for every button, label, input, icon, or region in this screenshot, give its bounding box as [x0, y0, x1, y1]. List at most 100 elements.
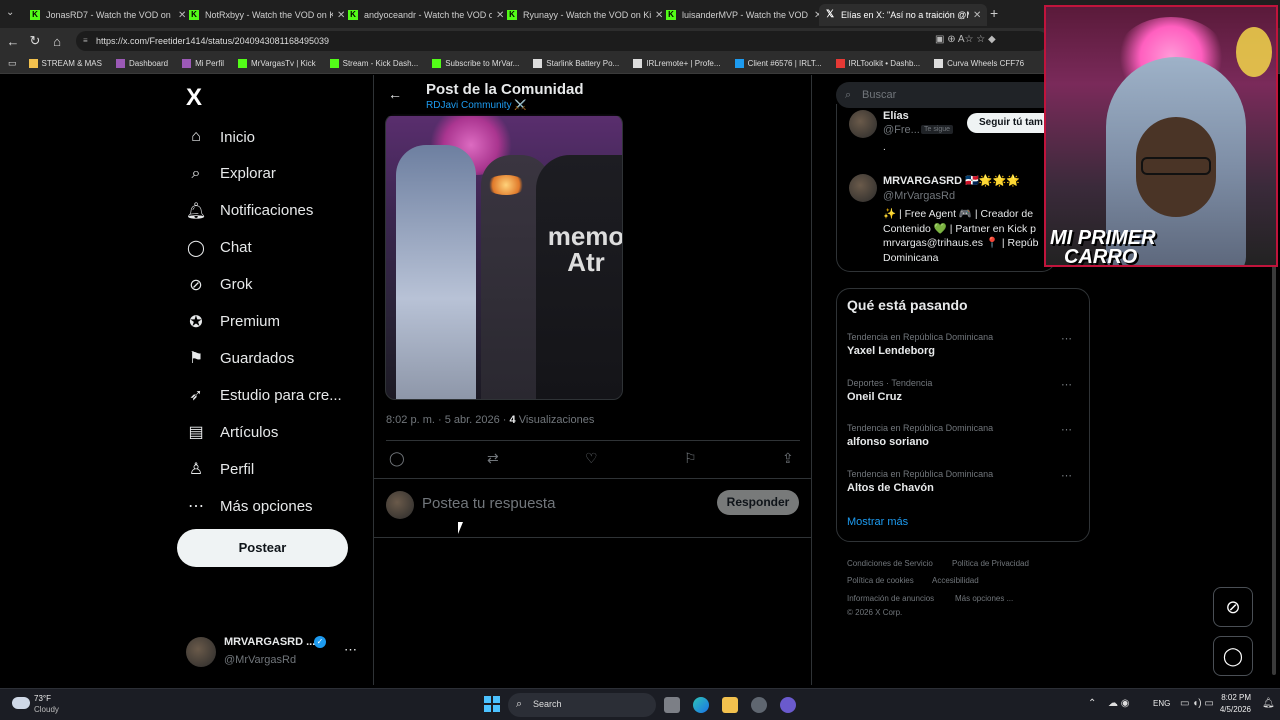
trend-more-icon[interactable]: ⋯: [1061, 378, 1072, 391]
bookmark-item[interactable]: STREAM & MAS: [28, 59, 102, 68]
messages-fab-icon[interactable]: ◯: [1213, 636, 1253, 676]
close-icon[interactable]: ✕: [973, 10, 981, 21]
bookmark-item[interactable]: Starlink Battery Po...: [533, 59, 619, 68]
trend-name: Yaxel Lendeborg: [847, 345, 936, 357]
avatar: [386, 491, 414, 519]
language-indicator[interactable]: ENG: [1153, 699, 1170, 708]
tab-list-icon[interactable]: ⌄: [6, 7, 14, 18]
browser-tab[interactable]: K NotRxbyy - Watch the VOD on Kic ✕: [183, 4, 351, 26]
bookmark-item[interactable]: Subscribe to MrVar...: [432, 59, 519, 68]
account-name: MRVARGASRD ...: [224, 636, 316, 648]
bookmark-item[interactable]: MrVargasTv | Kick: [238, 59, 316, 68]
tray-chevron-icon[interactable]: ⌃: [1088, 698, 1096, 709]
reply-input[interactable]: Postea tu respuesta: [422, 495, 555, 512]
search-icon: ⌕: [191, 164, 201, 182]
sidebar-item-chat[interactable]: ◯ Chat: [186, 233, 252, 263]
tray-icons[interactable]: ☁ ◉: [1108, 698, 1130, 709]
bookmark-item[interactable]: IRLremote+ | Profe...: [633, 59, 721, 68]
reply-button[interactable]: Responder: [717, 490, 799, 515]
sidebar-item-estudio-para-cre[interactable]: ➶ Estudio para cre...: [186, 380, 342, 410]
sidebar-item-label: Estudio para cre...: [220, 386, 342, 404]
browser-tab[interactable]: KluisanderMVP - Watch the VOD on✕: [660, 4, 828, 26]
browser-tab[interactable]: Kandyoceandr - Watch the VOD on ✕: [342, 4, 510, 26]
back-arrow-icon[interactable]: ←: [388, 86, 402, 102]
trend-more-icon[interactable]: ⋯: [1061, 332, 1072, 345]
weather-temp[interactable]: 73°F: [34, 694, 51, 703]
refresh-icon[interactable]: ↻: [24, 33, 46, 49]
kick-favicon-icon: K: [348, 10, 358, 20]
start-icon[interactable]: [484, 696, 500, 712]
trend-item[interactable]: Deportes · Tendencia Oneil Cruz ⋯: [847, 378, 1082, 403]
bookmark-item[interactable]: Curva Wheels CFF76: [934, 59, 1024, 68]
trend-item[interactable]: Tendencia en República Dominicana Yaxel L…: [847, 332, 1082, 357]
bookmark-item[interactable]: Dashboard: [115, 59, 168, 68]
browser-tab[interactable]: K Ryunayy - Watch the VOD on Kick ✕: [501, 4, 669, 26]
footer-link[interactable]: Condiciones de Servicio: [847, 559, 933, 568]
app-icon[interactable]: [751, 697, 767, 713]
site-info-icon[interactable]: ≡: [83, 31, 88, 51]
browser-action-icons[interactable]: ▣ ⊕ A☆ ☆ ◆: [935, 34, 996, 45]
back-icon[interactable]: ←: [2, 34, 24, 49]
post-button[interactable]: Postear: [177, 529, 348, 567]
bookmark-item[interactable]: Client #6576 | IRLT...: [734, 59, 822, 68]
discord-icon[interactable]: [780, 697, 796, 713]
like-icon[interactable]: ♡: [585, 450, 598, 467]
bookmark-item[interactable]: Mi Perfil: [182, 59, 224, 68]
sidebar-item-explorar[interactable]: ⌕ Explorar: [186, 159, 276, 189]
account-more-icon[interactable]: ⋯: [344, 642, 357, 658]
account-switcher[interactable]: MRVARGASRD ... ✓ @MrVargasRd ⋯: [186, 634, 366, 670]
grok-fab-icon[interactable]: ⊘: [1213, 587, 1253, 627]
edge-icon[interactable]: [693, 697, 709, 713]
notification-bell-icon[interactable]: 🔔︎: [1262, 698, 1275, 709]
browser-tab[interactable]: 𝕏 Elías en X: "Así no a traición @Mr ✕: [819, 4, 988, 26]
bookmarks-menu-icon[interactable]: ▭: [8, 58, 17, 69]
post-image[interactable]: memo Atr: [385, 114, 623, 400]
avatar: [849, 174, 877, 202]
repost-icon[interactable]: ⇄: [487, 450, 499, 467]
share-icon[interactable]: ⇪: [782, 450, 794, 467]
sidebar-item-label: Más opciones: [220, 497, 313, 515]
bookmark-item[interactable]: Stream - Kick Dash...: [329, 59, 418, 68]
reply-icon[interactable]: ◯: [389, 450, 405, 467]
sidebar-item-inicio[interactable]: ⌂ Inicio: [186, 122, 255, 152]
sidebar-item-perfil[interactable]: ♙ Perfil: [186, 454, 254, 484]
network-volume-icons[interactable]: ▭ ◖) ▭: [1180, 698, 1214, 709]
sidebar-item-notificaciones[interactable]: 🔔︎ Notificaciones: [186, 196, 314, 226]
trend-more-icon[interactable]: ⋯: [1061, 469, 1072, 482]
trend-more-icon[interactable]: ⋯: [1061, 423, 1072, 436]
url-field[interactable]: ≡ https://x.com/Freetider1414/status/204…: [76, 31, 1048, 51]
new-tab-button[interactable]: +: [990, 5, 998, 21]
tab-title: JonasRD7 - Watch the VOD on Kic: [46, 10, 174, 20]
user-name[interactable]: Elías: [883, 110, 909, 122]
home-button-icon[interactable]: ⌂: [46, 34, 68, 49]
footer-link[interactable]: Más opciones ...: [955, 594, 1013, 603]
x-logo[interactable]: X: [186, 84, 202, 112]
sidebar-item-premium[interactable]: ✪ Premium: [186, 307, 280, 337]
sidebar-item-label: Chat: [220, 239, 252, 257]
clock-time[interactable]: 8:02 PM: [1221, 693, 1251, 702]
footer-link[interactable]: Política de cookies: [847, 576, 914, 585]
file-explorer-icon[interactable]: [722, 697, 738, 713]
bookmark-action-icon[interactable]: ⚐: [684, 450, 697, 467]
task-view-icon[interactable]: [664, 697, 680, 713]
show-more-link[interactable]: Mostrar más: [847, 516, 908, 528]
sidebar-item-más-opciones[interactable]: ⋯ Más opciones: [186, 491, 313, 521]
account-handle: @MrVargasRd: [224, 654, 297, 666]
post-timestamp[interactable]: 8:02 p. m. · 5 abr. 2026 ·: [386, 414, 510, 426]
bookmark-item[interactable]: IRLToolkit • Dashb...: [835, 59, 920, 68]
footer-link[interactable]: Accesibilidad: [932, 576, 979, 585]
sidebar-item-grok[interactable]: ⊘ Grok: [186, 270, 252, 300]
views-label: Visualizaciones: [518, 414, 595, 426]
community-link[interactable]: RDJavi Community ⚔️: [426, 100, 527, 111]
trend-item[interactable]: Tendencia en República Dominicana alfonso…: [847, 423, 1082, 448]
taskbar-search[interactable]: ⌕ Search: [508, 693, 656, 717]
trend-item[interactable]: Tendencia en República Dominicana Altos d…: [847, 469, 1082, 494]
sidebar-item-guardados[interactable]: ⚑ Guardados: [186, 343, 294, 373]
user-name[interactable]: MRVARGASRD 🇩🇴🌟🌟🌟: [883, 174, 1020, 187]
bookmark-label: Starlink Battery Po...: [546, 59, 620, 68]
footer-link[interactable]: Información de anuncios: [847, 594, 934, 603]
clock-date[interactable]: 4/5/2026: [1216, 705, 1251, 714]
footer-link[interactable]: Política de Privacidad: [952, 559, 1029, 568]
browser-tab[interactable]: K JonasRD7 - Watch the VOD on Kic ✕: [24, 4, 192, 26]
sidebar-item-artículos[interactable]: ▤ Artículos: [186, 417, 278, 447]
